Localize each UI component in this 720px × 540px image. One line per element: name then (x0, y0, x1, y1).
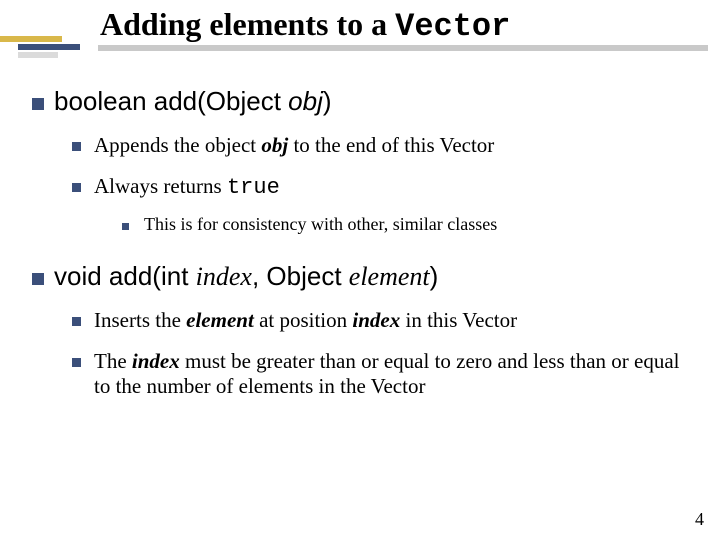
t3: in this Vector (400, 308, 517, 332)
sig-text: void add(int (54, 261, 196, 291)
sig-mid: , Object (252, 261, 349, 291)
t2: must be greater than or equal to zero an… (94, 349, 679, 398)
arg-index: index (352, 308, 400, 332)
title-text: Adding elements to a (100, 6, 395, 42)
bullet-inserts: Inserts the element at position index in… (66, 308, 692, 333)
sig-text-end: ) (323, 86, 332, 116)
t1: Inserts the (94, 308, 186, 332)
t2: at position (254, 308, 353, 332)
arg-ital: obj (261, 133, 288, 157)
accent-bar-blue (18, 44, 80, 50)
sig-end: ) (430, 261, 439, 291)
title-underline (98, 45, 708, 51)
text: Appends the object (94, 133, 261, 157)
t1: The (94, 349, 132, 373)
title-area: Adding elements to a Vector (0, 0, 720, 66)
bullet-index-constraint: The index must be greater than or equal … (66, 349, 692, 399)
bullet-add-index: void add(int index, Object element) (26, 261, 692, 292)
bullet-appends: Appends the object obj to the end of thi… (66, 133, 692, 158)
accent-bar-grey-short (18, 52, 58, 58)
accent-bar-gold (0, 36, 62, 42)
sig-text: boolean add(Object (54, 86, 288, 116)
code-true: true (227, 175, 280, 200)
slide-body: boolean add(Object obj) Appends the obje… (0, 86, 720, 399)
arg-index: index (132, 349, 180, 373)
page-number: 4 (695, 509, 704, 530)
bullet-consistency: This is for consistency with other, simi… (116, 214, 692, 235)
text-end: to the end of this Vector (288, 133, 494, 157)
arg-element: element (186, 308, 254, 332)
title-code: Vector (395, 8, 510, 45)
bullet-returns-true: Always returns true (66, 174, 692, 200)
sig-arg: obj (288, 86, 323, 116)
sig-arg-element: element (349, 262, 430, 291)
slide: Adding elements to a Vector boolean add(… (0, 0, 720, 540)
sig-arg-index: index (196, 262, 252, 291)
text: Always returns (94, 174, 227, 198)
text: This is for consistency with other, simi… (144, 214, 497, 234)
bullet-add-obj: boolean add(Object obj) (26, 86, 692, 117)
slide-title: Adding elements to a Vector (100, 6, 510, 45)
